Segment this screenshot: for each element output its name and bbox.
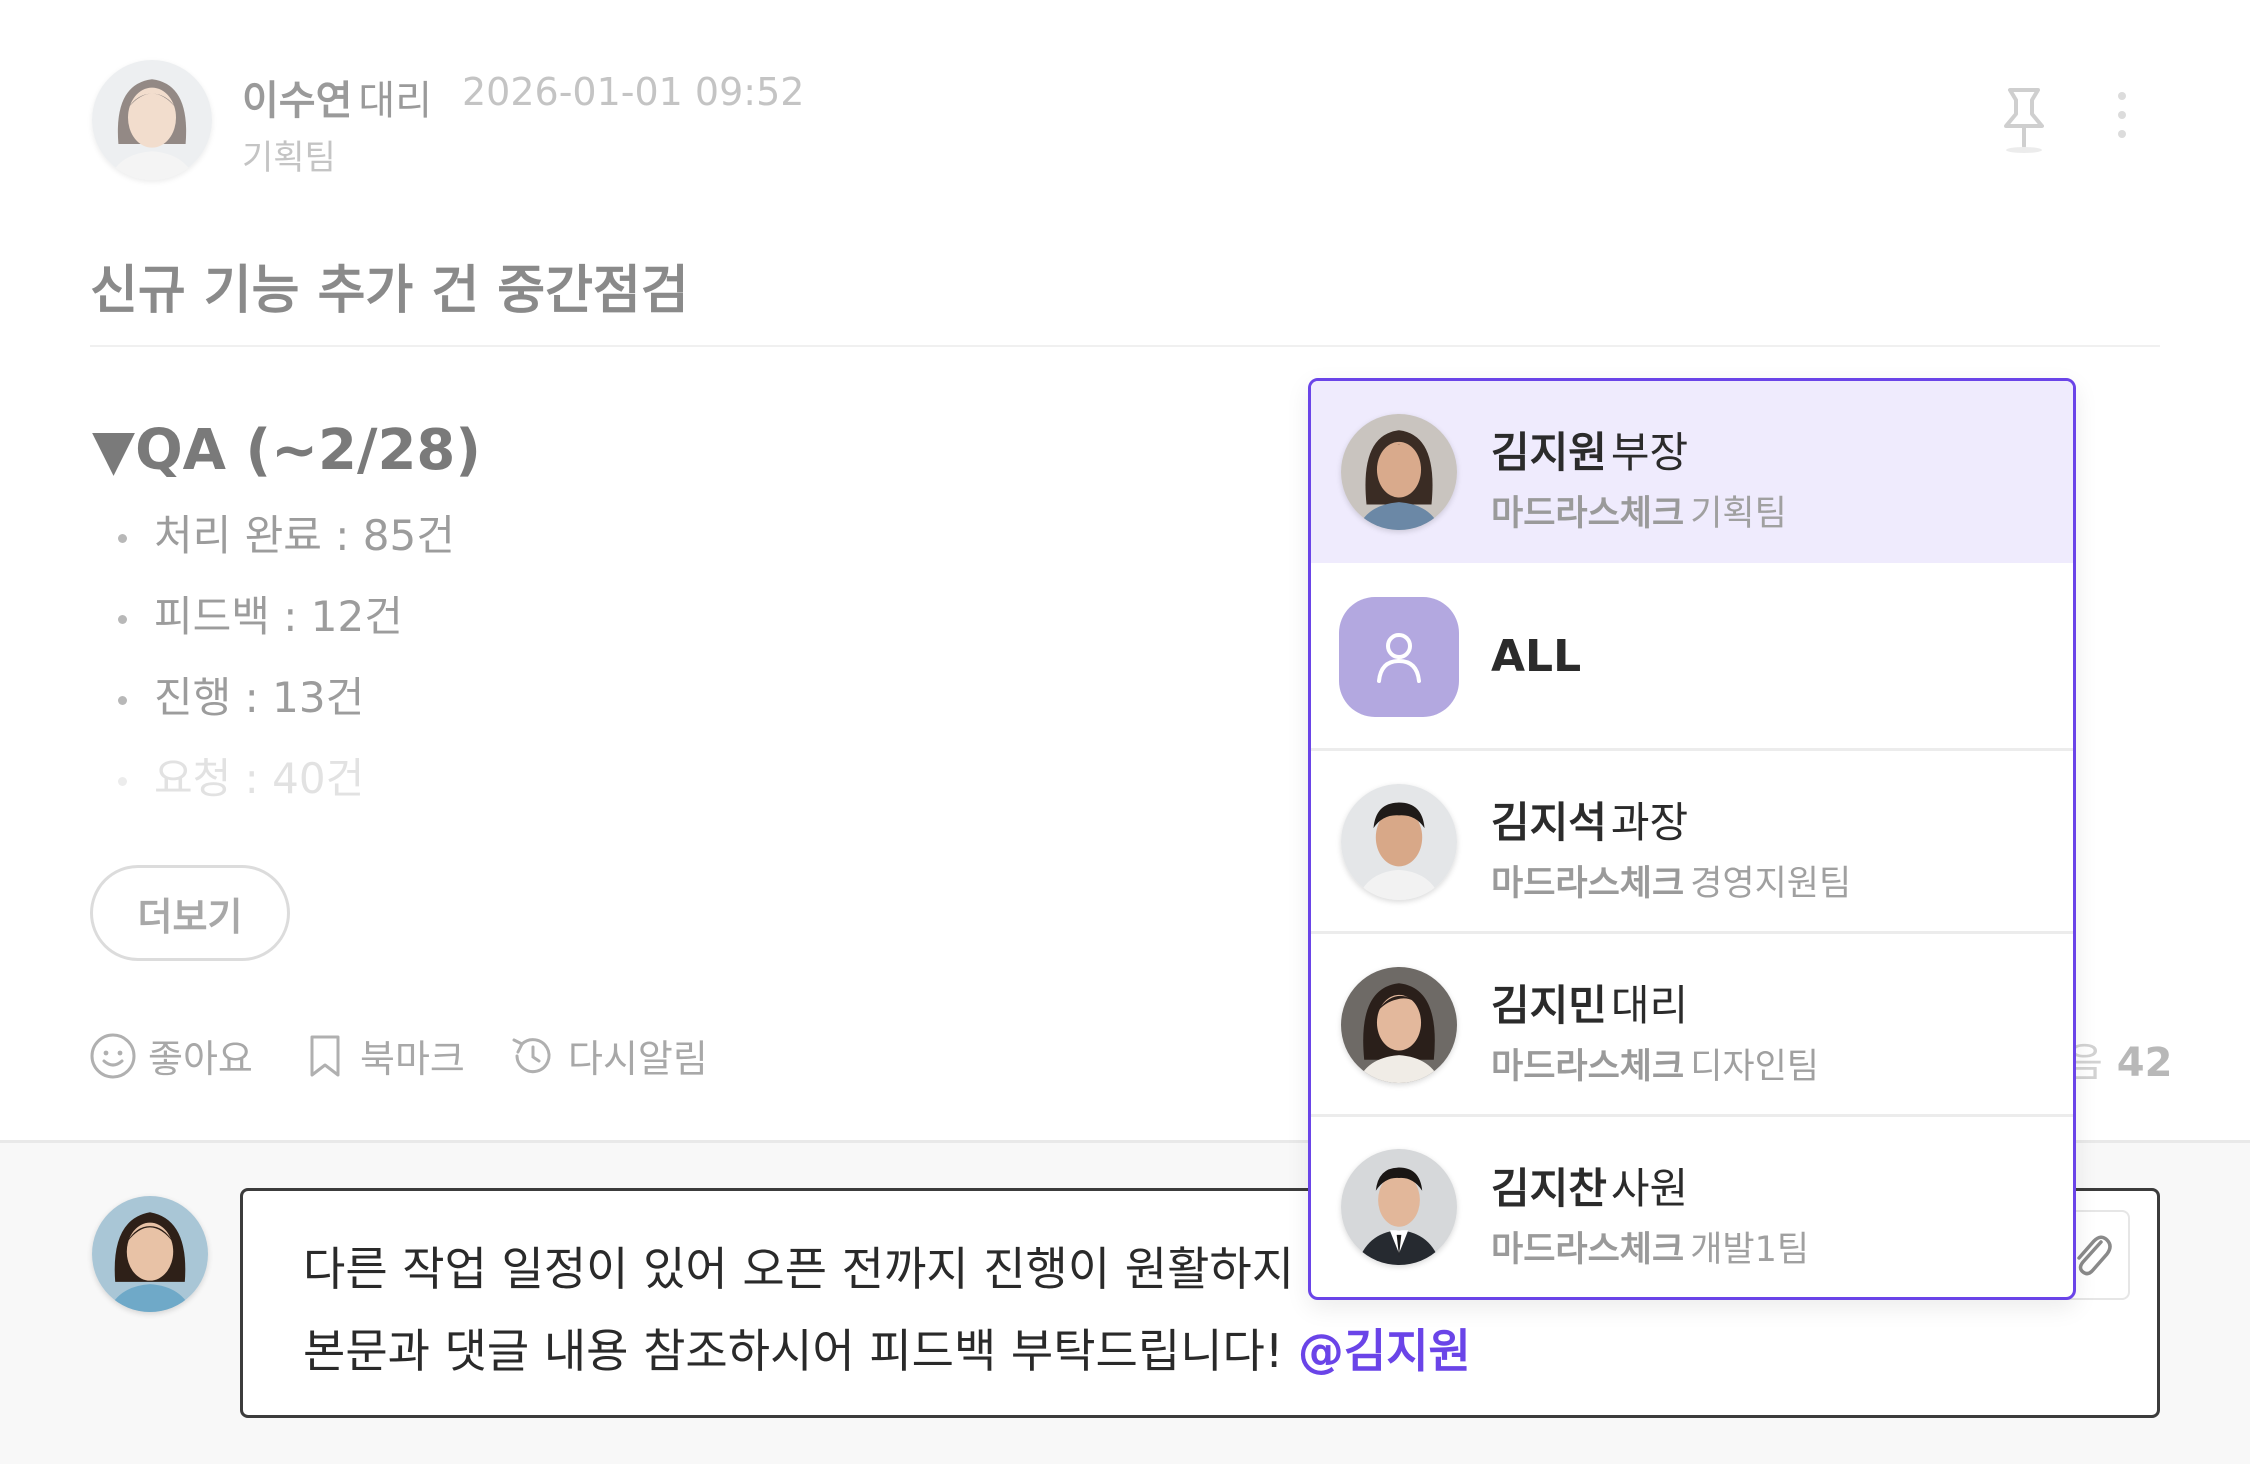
read-count: 음 42 bbox=[2066, 1030, 2172, 1088]
avatar bbox=[1341, 414, 1457, 530]
member-team: 개발1팀 bbox=[1690, 1230, 1810, 1270]
member-company: 마드라스체크 bbox=[1491, 864, 1685, 904]
member-rank: 부장 bbox=[1610, 428, 1689, 477]
member-name: 김지석과장 bbox=[1491, 789, 1688, 850]
member-name: 김지민대리 bbox=[1491, 972, 1688, 1033]
member-name-text: 김지원 bbox=[1491, 428, 1607, 477]
group-avatar bbox=[1339, 597, 1459, 717]
comment-text-line-2: 본문과 댓글 내용 참조하시어 피드백 부탁드립니다! @김지원 bbox=[303, 1315, 1471, 1381]
bookmark-button[interactable]: 북마크 bbox=[300, 1028, 465, 1083]
mention-item-kim-jiwon[interactable]: 김지원부장 마드라스체크 기획팀 bbox=[1311, 381, 2073, 563]
list-item: 진행 : 13건 bbox=[112, 668, 455, 749]
member-org: 마드라스체크 경영지원팀 bbox=[1491, 855, 1851, 906]
title-divider bbox=[90, 345, 2160, 347]
smile-icon bbox=[90, 1033, 136, 1078]
member-org: 마드라스체크 기획팀 bbox=[1491, 485, 1787, 536]
author-name-text: 이수연 bbox=[242, 78, 353, 124]
member-org: 마드라스체크 디자인팀 bbox=[1491, 1038, 1819, 1089]
list-item: 피드백 : 12건 bbox=[112, 587, 455, 668]
section-title: ▼QA (~2/28) bbox=[92, 418, 481, 483]
member-name: 김지원부장 bbox=[1491, 419, 1688, 480]
post-title: 신규 기능 추가 건 중간점검 bbox=[90, 261, 689, 321]
mention-dropdown: 김지원부장 마드라스체크 기획팀 ALL 김지석과장 마드라스체크 경영지원팀 … bbox=[1308, 378, 2076, 1300]
bookmark-label: 북마크 bbox=[360, 1037, 465, 1081]
read-count-value: 42 bbox=[2116, 1040, 2173, 1086]
more-button[interactable]: 더보기 bbox=[90, 865, 290, 961]
member-team: 경영지원팀 bbox=[1690, 864, 1852, 904]
member-team: 디자인팀 bbox=[1690, 1047, 1820, 1087]
member-name-text: 김지찬 bbox=[1491, 1164, 1607, 1213]
member-name: 김지찬사원 bbox=[1491, 1155, 1688, 1216]
member-name-text: 김지석 bbox=[1491, 798, 1607, 847]
author-name: 이수연 대리 bbox=[242, 68, 432, 126]
member-company: 마드라스체크 bbox=[1491, 1230, 1685, 1270]
mention-item-kim-jimin[interactable]: 김지민대리 마드라스체크 디자인팀 bbox=[1311, 934, 2073, 1117]
pin-icon[interactable] bbox=[1996, 84, 2052, 156]
more-vertical-icon[interactable] bbox=[2108, 92, 2136, 148]
member-company: 마드라스체크 bbox=[1491, 1047, 1685, 1087]
remind-button[interactable]: 다시알림 bbox=[508, 1028, 708, 1083]
mention-item-kim-jiseok[interactable]: 김지석과장 마드라스체크 경영지원팀 bbox=[1311, 751, 2073, 934]
mention-tag: @김지원 bbox=[1297, 1324, 1471, 1378]
bookmark-icon bbox=[310, 1035, 340, 1076]
member-org: 마드라스체크 개발1팀 bbox=[1491, 1221, 1809, 1272]
list-item: 요청 : 40건 bbox=[112, 749, 455, 830]
author-avatar[interactable] bbox=[92, 60, 212, 180]
comment-text-line-2-body: 본문과 댓글 내용 참조하시어 피드백 부탁드립니다! bbox=[303, 1324, 1298, 1378]
author-rank: 대리 bbox=[358, 78, 433, 124]
remind-icon bbox=[512, 1037, 551, 1073]
comment-text-line-1: 다른 작업 일정이 있어 오픈 전까지 진행이 원활하지 bbox=[303, 1242, 1295, 1296]
avatar bbox=[1341, 784, 1457, 900]
member-name-text: 김지민 bbox=[1491, 981, 1607, 1030]
mention-item-all[interactable]: ALL bbox=[1311, 563, 2073, 751]
all-label: ALL bbox=[1491, 631, 1582, 682]
person-icon bbox=[1377, 633, 1421, 683]
remind-label: 다시알림 bbox=[568, 1037, 708, 1081]
avatar bbox=[1341, 1149, 1457, 1265]
post-timestamp: 2026-01-01 09:52 bbox=[462, 70, 805, 114]
member-rank: 과장 bbox=[1610, 798, 1689, 847]
qa-list: 처리 완료 : 85건 피드백 : 12건 진행 : 13건 요청 : 40건 bbox=[112, 506, 455, 830]
like-label: 좋아요 bbox=[148, 1037, 253, 1081]
author-team: 기획팀 bbox=[242, 138, 336, 178]
member-company: 마드라스체크 bbox=[1491, 494, 1685, 534]
member-rank: 대리 bbox=[1610, 981, 1689, 1030]
like-button[interactable]: 좋아요 bbox=[88, 1028, 253, 1083]
mention-item-kim-jichan[interactable]: 김지찬사원 마드라스체크 개발1팀 bbox=[1311, 1117, 2073, 1297]
avatar bbox=[1341, 967, 1457, 1083]
member-team: 기획팀 bbox=[1690, 494, 1787, 534]
member-rank: 사원 bbox=[1610, 1164, 1689, 1213]
list-item: 처리 완료 : 85건 bbox=[112, 506, 455, 587]
commenter-avatar bbox=[92, 1196, 208, 1312]
